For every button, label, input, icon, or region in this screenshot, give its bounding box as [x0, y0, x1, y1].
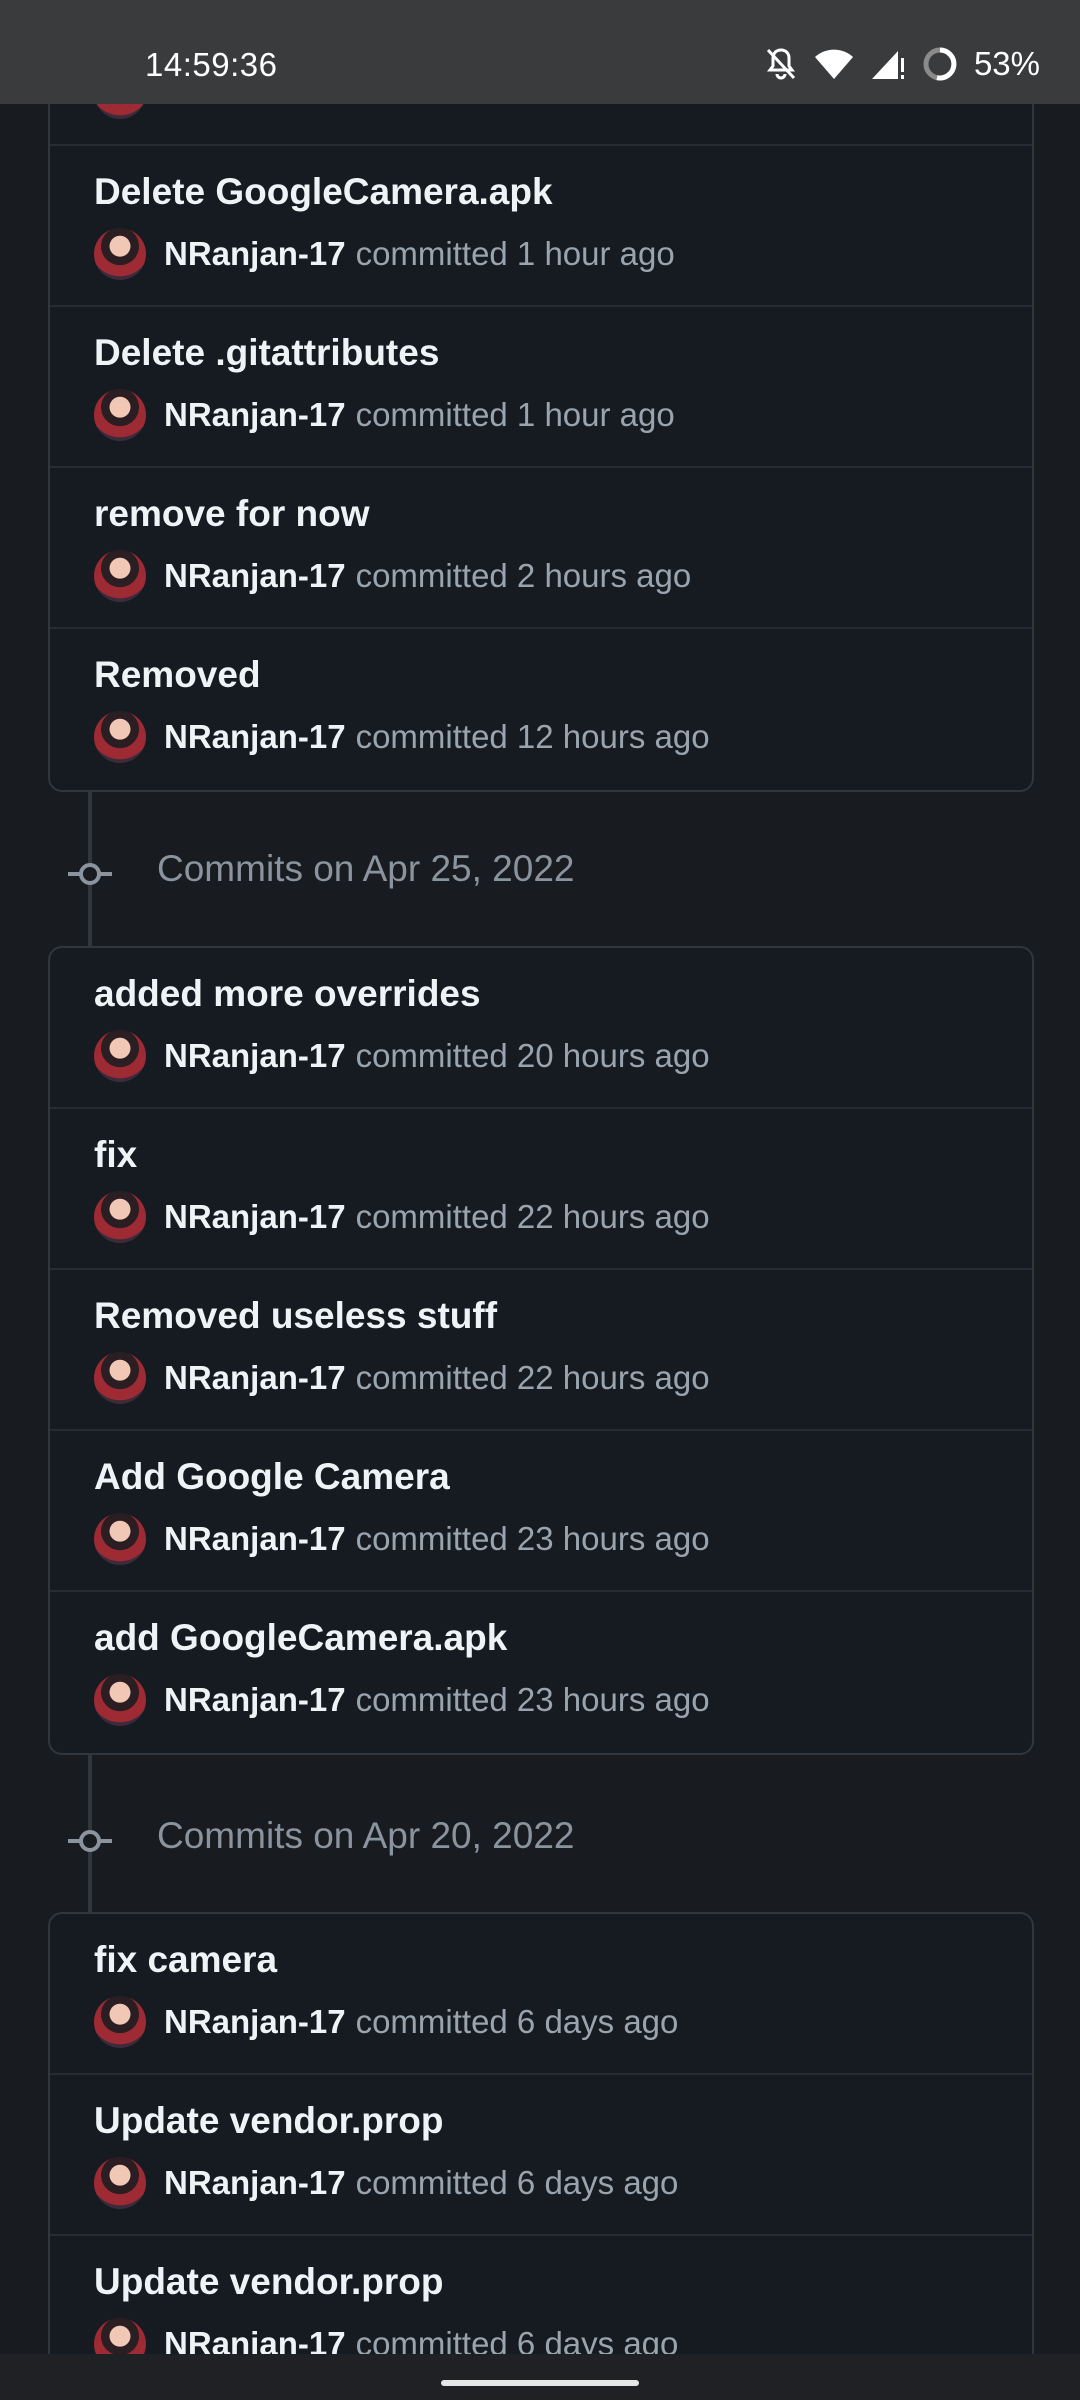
commit-author[interactable]: NRanjan-17 — [164, 557, 346, 595]
commit-time: committed 22 hours ago — [355, 1198, 710, 1235]
avatar — [94, 2318, 146, 2354]
commit-meta: NRanjan-17 committed 12 hours ago — [94, 710, 710, 764]
commit-author[interactable]: NRanjan-17 — [164, 1359, 346, 1397]
commit-list: Delete GoogleCamera.apk NRanjan-17 commi… — [0, 104, 1080, 2354]
commit-row[interactable]: Update vendor.prop NRanjan-17 committed … — [50, 2236, 1032, 2354]
commit-author[interactable]: NRanjan-17 — [164, 2325, 346, 2354]
commit-row[interactable]: added more overrides NRanjan-17 committe… — [50, 948, 1032, 1109]
commit-meta — [94, 104, 164, 120]
avatar — [94, 1996, 146, 2048]
notifications-off-icon — [764, 46, 798, 82]
avatar — [94, 389, 146, 441]
wifi-icon — [814, 48, 854, 80]
commit-row[interactable]: Add Google Camera NRanjan-17 committed 2… — [50, 1431, 1032, 1592]
commit-message: fix — [94, 1134, 138, 1175]
commit-row[interactable]: add GoogleCamera.apk NRanjan-17 committe… — [50, 1592, 1032, 1753]
avatar — [94, 711, 146, 763]
commit-node-icon — [68, 863, 112, 885]
commit-row[interactable]: Delete .gitattributes NRanjan-17 committ… — [50, 307, 1032, 468]
commit-message: Update vendor.prop — [94, 2261, 444, 2302]
commit-row[interactable]: fix NRanjan-17 committed 22 hours ago — [50, 1109, 1032, 1270]
commit-meta: NRanjan-17 committed 6 days ago — [94, 1995, 678, 2049]
commit-message: Delete GoogleCamera.apk — [94, 171, 553, 212]
commit-meta: NRanjan-17 committed 1 hour ago — [94, 388, 675, 442]
commit-group-card: Delete GoogleCamera.apk NRanjan-17 commi… — [48, 104, 1034, 792]
battery-percent: 53% — [973, 45, 1040, 82]
cell-signal-icon — [870, 48, 906, 80]
avatar — [94, 1191, 146, 1243]
commit-group-card: fix camera NRanjan-17 committed 6 days a… — [48, 1912, 1034, 2354]
commit-time: committed 6 days ago — [355, 2003, 679, 2040]
commit-message: Removed useless stuff — [94, 1295, 498, 1336]
commit-meta: NRanjan-17 committed 23 hours ago — [94, 1673, 710, 1727]
commit-message: remove for now — [94, 493, 370, 534]
commit-meta: NRanjan-17 committed 1 hour ago — [94, 227, 675, 281]
commit-time: committed 1 hour ago — [355, 396, 675, 433]
commit-message: add GoogleCamera.apk — [94, 1617, 508, 1658]
commit-group-card: added more overrides NRanjan-17 committe… — [48, 946, 1034, 1755]
commit-meta: NRanjan-17 committed 6 days ago — [94, 2317, 678, 2354]
avatar — [94, 1030, 146, 1082]
avatar — [94, 1674, 146, 1726]
commit-time: committed 1 hour ago — [355, 235, 675, 272]
status-bar: 14:59:36 53% — [0, 0, 1080, 104]
status-time: 14:59:36 — [145, 46, 278, 83]
commit-time: committed 22 hours ago — [355, 1359, 710, 1396]
battery-icon — [922, 46, 958, 82]
commit-author[interactable]: NRanjan-17 — [164, 396, 346, 434]
commit-time: committed 23 hours ago — [355, 1681, 710, 1718]
commit-meta: NRanjan-17 committed 20 hours ago — [94, 1029, 710, 1083]
status-icons: 53% — [764, 44, 1040, 84]
commit-row[interactable]: remove for now NRanjan-17 committed 2 ho… — [50, 468, 1032, 629]
commit-row[interactable]: Update vendor.prop NRanjan-17 committed … — [50, 2075, 1032, 2236]
commit-author[interactable]: NRanjan-17 — [164, 2003, 346, 2041]
commit-meta: NRanjan-17 committed 2 hours ago — [94, 549, 691, 603]
commit-row[interactable] — [50, 104, 1032, 146]
commit-time: committed 20 hours ago — [355, 1037, 710, 1074]
commit-node-icon — [68, 1830, 112, 1852]
commit-time: committed 23 hours ago — [355, 1520, 710, 1557]
commit-author[interactable]: NRanjan-17 — [164, 235, 346, 273]
commit-row[interactable]: Delete GoogleCamera.apk NRanjan-17 commi… — [50, 146, 1032, 307]
commit-time: committed 2 hours ago — [355, 557, 692, 594]
commit-message: fix camera — [94, 1939, 278, 1980]
commit-message: Delete .gitattributes — [94, 332, 440, 373]
home-gesture-handle[interactable] — [441, 2380, 639, 2386]
commit-author[interactable]: NRanjan-17 — [164, 1198, 346, 1236]
commit-meta: NRanjan-17 committed 22 hours ago — [94, 1351, 710, 1405]
commit-message: Removed — [94, 654, 261, 695]
avatar — [94, 1352, 146, 1404]
commit-author[interactable]: NRanjan-17 — [164, 1681, 346, 1719]
commit-row[interactable]: Removed NRanjan-17 committed 12 hours ag… — [50, 629, 1032, 790]
commit-row[interactable]: Removed useless stuff NRanjan-17 committ… — [50, 1270, 1032, 1431]
commit-author[interactable]: NRanjan-17 — [164, 1037, 346, 1075]
avatar — [94, 104, 146, 119]
navigation-bar — [0, 2354, 1080, 2400]
commit-author[interactable]: NRanjan-17 — [164, 1520, 346, 1558]
commit-message: Add Google Camera — [94, 1456, 450, 1497]
avatar — [94, 228, 146, 280]
commit-author[interactable]: NRanjan-17 — [164, 2164, 346, 2202]
commit-time: committed 12 hours ago — [355, 718, 710, 755]
commit-time: committed 6 days ago — [355, 2164, 679, 2201]
commit-meta: NRanjan-17 committed 23 hours ago — [94, 1512, 710, 1566]
commit-meta: NRanjan-17 committed 22 hours ago — [94, 1190, 710, 1244]
commit-author[interactable]: NRanjan-17 — [164, 718, 346, 756]
avatar — [94, 1513, 146, 1565]
date-header: Commits on Apr 25, 2022 — [157, 848, 575, 889]
commit-row[interactable]: fix camera NRanjan-17 committed 6 days a… — [50, 1914, 1032, 2075]
commit-message: added more overrides — [94, 973, 481, 1014]
commit-time: committed 6 days ago — [355, 2325, 679, 2354]
commit-meta: NRanjan-17 committed 6 days ago — [94, 2156, 678, 2210]
date-header: Commits on Apr 20, 2022 — [157, 1815, 575, 1856]
avatar — [94, 2157, 146, 2209]
commit-message: Update vendor.prop — [94, 2100, 444, 2141]
avatar — [94, 550, 146, 602]
